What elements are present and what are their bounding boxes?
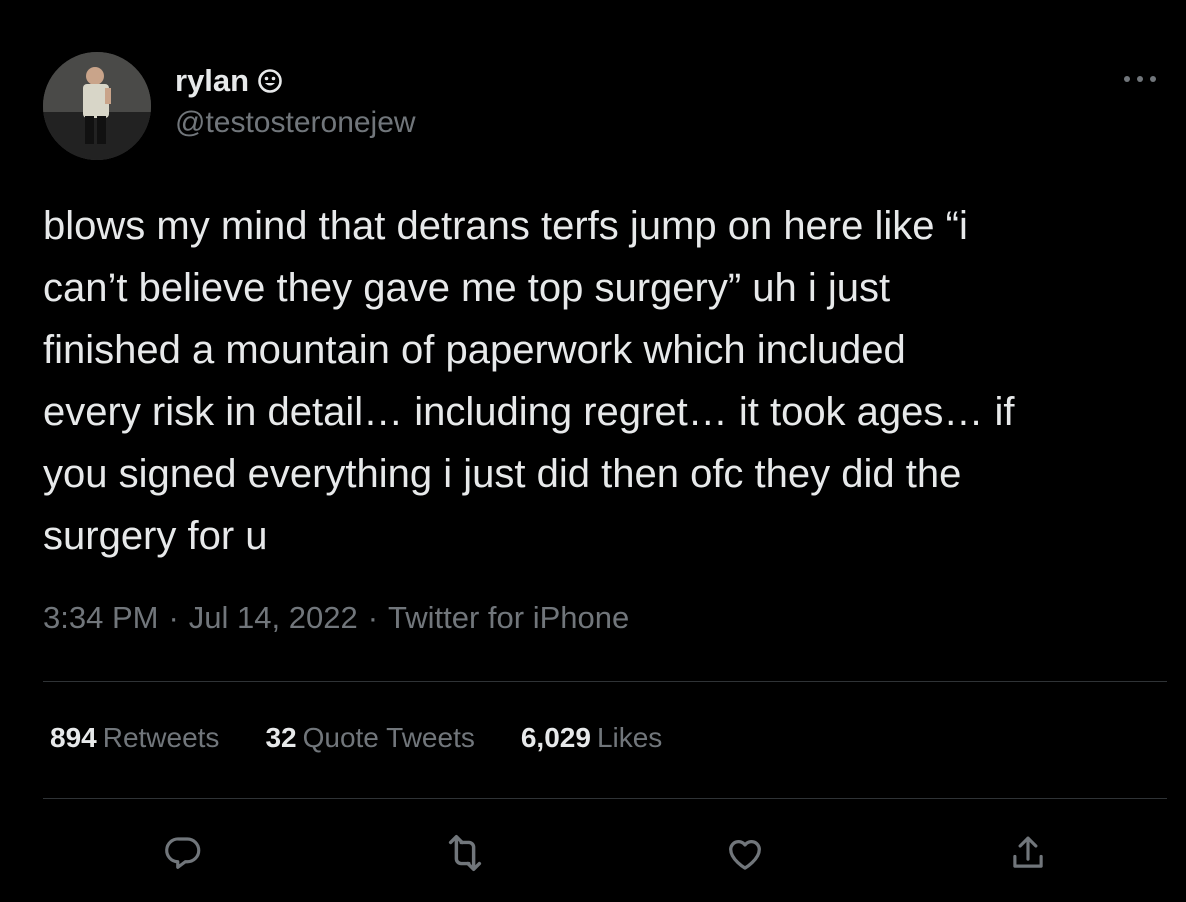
more-options-button[interactable] — [1120, 64, 1160, 94]
meta-separator: · — [367, 600, 379, 635]
avatar-photo — [43, 52, 151, 160]
like-icon — [729, 840, 761, 870]
meta-separator: · — [168, 600, 179, 635]
share-button[interactable] — [1003, 828, 1053, 878]
smiley-face-icon — [257, 68, 283, 94]
share-icon — [1013, 836, 1043, 868]
display-name-row: rylan — [175, 60, 416, 102]
likes-count: 6,029 — [520, 722, 591, 753]
quote-tweets-count: 32 — [265, 722, 297, 753]
tweet-date[interactable]: Jul 14, 2022 — [189, 600, 358, 636]
reply-button[interactable] — [158, 828, 208, 878]
tweet-actions — [0, 828, 1186, 878]
quote-tweets-label: Quote Tweets — [302, 722, 475, 753]
quote-tweets-stat[interactable]: 32 Quote Tweets — [265, 722, 474, 754]
tweet-source[interactable]: Twitter for iPhone — [388, 600, 629, 636]
tweet-meta: 3:34 PM · Jul 14, 2022 · Twitter for iPh… — [43, 600, 629, 636]
retweet-button[interactable] — [440, 828, 490, 878]
likes-stat[interactable]: 6,029 Likes — [521, 722, 662, 754]
more-dots-icon — [1124, 76, 1156, 82]
retweets-count: 894 — [50, 722, 97, 753]
retweet-icon — [448, 834, 482, 872]
divider — [43, 798, 1167, 799]
divider — [43, 681, 1167, 682]
tweet-text: blows my mind that detrans terfs jump on… — [43, 204, 1015, 558]
user-handle[interactable]: @testosteronejew — [175, 106, 416, 140]
like-button[interactable] — [720, 828, 770, 878]
reply-icon — [165, 837, 201, 869]
likes-label: Likes — [596, 722, 663, 753]
retweets-stat[interactable]: 894 Retweets — [50, 722, 219, 754]
retweets-label: Retweets — [102, 722, 220, 753]
author-info: rylan @testosteronejew — [175, 60, 416, 140]
tweet-time[interactable]: 3:34 PM — [43, 600, 158, 636]
avatar[interactable] — [43, 52, 151, 160]
tweet-stats: 894 Retweets 32 Quote Tweets 6,029 Likes — [50, 722, 708, 754]
tweet-detail: rylan @testosteronejew blows my mind tha… — [0, 0, 1186, 902]
display-name[interactable]: rylan — [175, 63, 249, 99]
